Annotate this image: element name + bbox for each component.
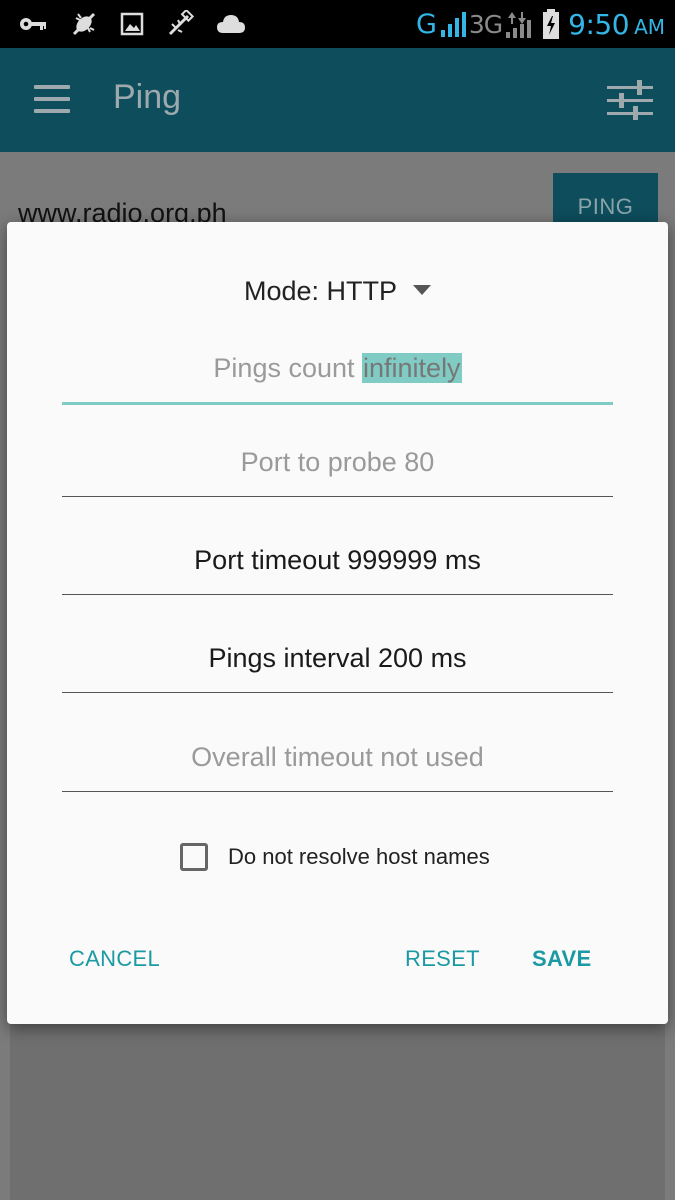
port-to-probe-field[interactable]: Port to probe 80	[62, 440, 613, 497]
mode-label: Mode: HTTP	[243, 276, 398, 306]
menu-icon[interactable]	[34, 85, 70, 113]
usb-debug-icon	[72, 12, 96, 36]
pings-count-hint: Pings count	[213, 353, 363, 383]
reset-button[interactable]: RESET	[405, 946, 480, 972]
results-panel	[10, 1015, 665, 1200]
pings-interval-field[interactable]: Pings interval 200 ms	[62, 636, 613, 693]
network-type-g: G	[415, 8, 437, 40]
overall-timeout-field[interactable]: Overall timeout not used	[62, 735, 613, 792]
pings-interval-value: Pings interval 200 ms	[208, 643, 467, 673]
port-timeout-value: Port timeout 999999 ms	[194, 545, 481, 575]
system-status: G 3G 9:50 AM	[416, 6, 665, 42]
data-arrows-icon	[506, 12, 532, 38]
overall-timeout-hint: Overall timeout not used	[191, 742, 484, 772]
usb-icon	[168, 10, 194, 36]
signal-icon	[440, 12, 466, 37]
resolve-hostnames-option[interactable]: Do not resolve host names	[180, 840, 490, 874]
save-button[interactable]: SAVE	[532, 946, 591, 972]
resolve-hostnames-checkbox[interactable]	[180, 843, 208, 871]
app-bar: Ping	[0, 48, 675, 152]
pings-count-field[interactable]: Pings count infinitely	[62, 346, 613, 405]
cancel-button[interactable]: CANCEL	[69, 946, 160, 972]
app-title: Ping	[113, 78, 182, 116]
notification-icons	[18, 10, 246, 38]
pings-count-value: infinitely	[362, 353, 462, 383]
clock-time: 9:50	[568, 7, 630, 41]
ping-settings-dialog: Mode: HTTP Pings count infinitely Port t…	[7, 222, 668, 1024]
mode-dropdown[interactable]: Mode: HTTP	[7, 276, 668, 307]
resolve-hostnames-label: Do not resolve host names	[228, 844, 490, 869]
port-timeout-field[interactable]: Port timeout 999999 ms	[62, 538, 613, 595]
dropdown-arrow-icon	[413, 284, 432, 295]
status-bar: G 3G 9:50 AM	[0, 0, 675, 48]
network-type-3g: 3G	[468, 9, 503, 39]
image-icon	[120, 12, 144, 36]
tune-icon[interactable]	[607, 80, 653, 120]
key-icon	[20, 18, 46, 30]
clock-ampm: AM	[634, 15, 665, 39]
cloud-icon	[217, 15, 245, 33]
battery-charging-icon	[543, 9, 560, 39]
port-to-probe-hint: Port to probe 80	[240, 447, 435, 477]
